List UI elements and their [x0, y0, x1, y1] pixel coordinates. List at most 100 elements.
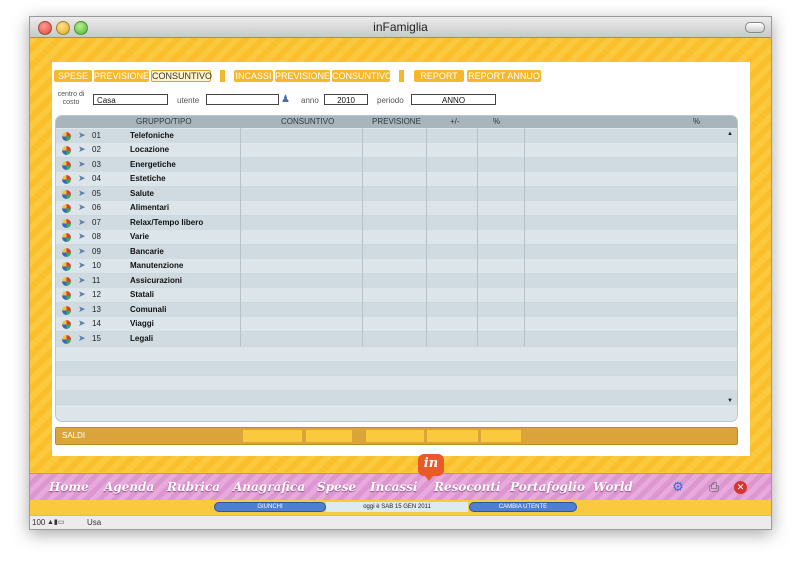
row-code: 10 [92, 261, 101, 270]
empty-row [56, 347, 737, 362]
pie-chart-icon[interactable] [62, 262, 71, 271]
pie-chart-icon[interactable] [62, 277, 71, 286]
current-user-button[interactable]: GIUNCHI [214, 502, 326, 512]
table-row[interactable]: ➤ 03 Energetiche [56, 158, 737, 173]
pie-chart-icon[interactable] [62, 306, 71, 315]
tab-spese-consuntivo[interactable]: CONSUNTIVO [151, 70, 212, 82]
row-code: 05 [92, 189, 101, 198]
row-code: 13 [92, 305, 101, 314]
saldi-bar: SALDI [55, 427, 738, 445]
zoom-level[interactable]: 100 [32, 518, 45, 527]
nav-incassi[interactable]: Incassi [370, 480, 418, 494]
table-row[interactable]: ➤ 12 Statali [56, 288, 737, 303]
header-gruppo: GRUPPO/TIPO [136, 117, 192, 126]
row-code: 08 [92, 232, 101, 241]
title-bar[interactable]: inFamiglia [30, 17, 771, 38]
arrow-right-icon[interactable]: ➤ [78, 188, 86, 199]
tab-spese[interactable]: SPESE [54, 70, 92, 82]
scroll-down-icon[interactable]: ▼ [727, 398, 733, 404]
tab-separator [220, 70, 225, 82]
nav-anagrafica[interactable]: Anagrafica [233, 480, 305, 494]
row-name: Bancarie [130, 247, 164, 256]
header-pct-2: % [693, 117, 701, 126]
arrow-right-icon[interactable]: ➤ [78, 246, 86, 257]
scroll-up-icon[interactable]: ▲ [727, 131, 733, 137]
arrow-right-icon[interactable]: ➤ [78, 275, 86, 286]
arrow-right-icon[interactable]: ➤ [78, 289, 86, 300]
pie-chart-icon[interactable] [62, 146, 71, 155]
pie-chart-icon[interactable] [62, 161, 71, 170]
table-row[interactable]: ➤ 01 Telefoniche [56, 129, 737, 144]
empty-row [56, 376, 737, 391]
centro-field[interactable]: Casa [93, 94, 168, 105]
pie-chart-icon[interactable] [62, 219, 71, 228]
table-row[interactable]: ➤ 04 Estetiche [56, 172, 737, 187]
nav-portafoglio[interactable]: Portafoglio [510, 480, 585, 494]
tab-incassi-previsione[interactable]: PREVISIONE [275, 70, 330, 82]
table-row[interactable]: ➤ 02 Locazione [56, 143, 737, 158]
arrow-right-icon[interactable]: ➤ [78, 130, 86, 141]
pie-chart-icon[interactable] [62, 320, 71, 329]
nav-world[interactable]: World [593, 480, 633, 494]
nav-home[interactable]: Home [49, 480, 89, 494]
periodo-field[interactable]: ANNO [411, 94, 496, 105]
tab-spese-previsione[interactable]: PREVISIONE [94, 70, 149, 82]
tab-separator [399, 70, 404, 82]
arrow-right-icon[interactable]: ➤ [78, 260, 86, 271]
table-row[interactable]: ➤ 08 Varie [56, 230, 737, 245]
pie-chart-icon[interactable] [62, 248, 71, 257]
data-grid: GRUPPO/TIPO CONSUNTIVO PREVISIONE +/- % … [55, 115, 738, 422]
table-row[interactable]: ➤ 09 Bancarie [56, 245, 737, 260]
change-user-button[interactable]: CAMBIA UTENTE [469, 502, 577, 512]
arrow-right-icon[interactable]: ➤ [78, 304, 86, 315]
tab-report[interactable]: REPORT [414, 70, 464, 82]
row-name: Alimentari [130, 203, 170, 212]
saldi-previsione-box [366, 430, 424, 442]
table-row[interactable]: ➤ 14 Viaggi [56, 317, 737, 332]
table-row[interactable]: ➤ 06 Alimentari [56, 201, 737, 216]
nav-rubrica[interactable]: Rubrica [167, 480, 220, 494]
print-icon[interactable]: ⎙ [706, 479, 722, 495]
nav-agenda[interactable]: Agenda [104, 480, 154, 494]
table-row[interactable]: ➤ 13 Comunali [56, 303, 737, 318]
arrow-right-icon[interactable]: ➤ [78, 202, 86, 213]
users-settings-icon[interactable]: ⚙ [670, 479, 686, 495]
table-row[interactable]: ➤ 07 Relax/Tempo libero [56, 216, 737, 231]
zoom-controls-icon[interactable]: ▲▮▭ [47, 518, 64, 526]
arrow-right-icon[interactable]: ➤ [78, 318, 86, 329]
pie-chart-icon[interactable] [62, 233, 71, 242]
table-row[interactable]: ➤ 11 Assicurazioni [56, 274, 737, 289]
pie-chart-icon[interactable] [62, 132, 71, 141]
pie-chart-icon[interactable] [62, 190, 71, 199]
quit-icon[interactable]: ✕ [734, 481, 747, 494]
row-name: Relax/Tempo libero [130, 218, 204, 227]
arrow-right-icon[interactable]: ➤ [78, 173, 86, 184]
column-divider [426, 128, 427, 346]
periodo-label: periodo [377, 96, 404, 105]
row-code: 06 [92, 203, 101, 212]
tab-incassi-consuntivo[interactable]: CONSUNTIVO [332, 70, 392, 82]
pie-chart-icon[interactable] [62, 335, 71, 344]
utente-field[interactable] [206, 94, 279, 105]
users-icon[interactable]: ♟ [281, 94, 295, 106]
arrow-right-icon[interactable]: ➤ [78, 217, 86, 228]
nav-spese[interactable]: Spese [317, 480, 356, 494]
toolbar-toggle-button[interactable] [745, 22, 765, 33]
nav-resoconti[interactable]: Resoconti [434, 480, 501, 494]
arrow-right-icon[interactable]: ➤ [78, 144, 86, 155]
row-code: 01 [92, 131, 101, 140]
arrow-right-icon[interactable]: ➤ [78, 231, 86, 242]
row-name: Statali [130, 290, 155, 299]
pie-chart-icon[interactable] [62, 291, 71, 300]
tab-report-annuo[interactable]: REPORT ANNUO [467, 70, 541, 82]
table-row[interactable]: ➤ 05 Salute [56, 187, 737, 202]
table-row[interactable]: ➤ 15 Legali [56, 332, 737, 347]
pie-chart-icon[interactable] [62, 175, 71, 184]
anno-field[interactable]: 2010 [324, 94, 368, 105]
empty-row [56, 405, 737, 421]
pie-chart-icon[interactable] [62, 204, 71, 213]
table-row[interactable]: ➤ 10 Manutenzione [56, 259, 737, 274]
tab-incassi[interactable]: INCASSI [234, 70, 273, 82]
arrow-right-icon[interactable]: ➤ [78, 159, 86, 170]
arrow-right-icon[interactable]: ➤ [78, 333, 86, 344]
